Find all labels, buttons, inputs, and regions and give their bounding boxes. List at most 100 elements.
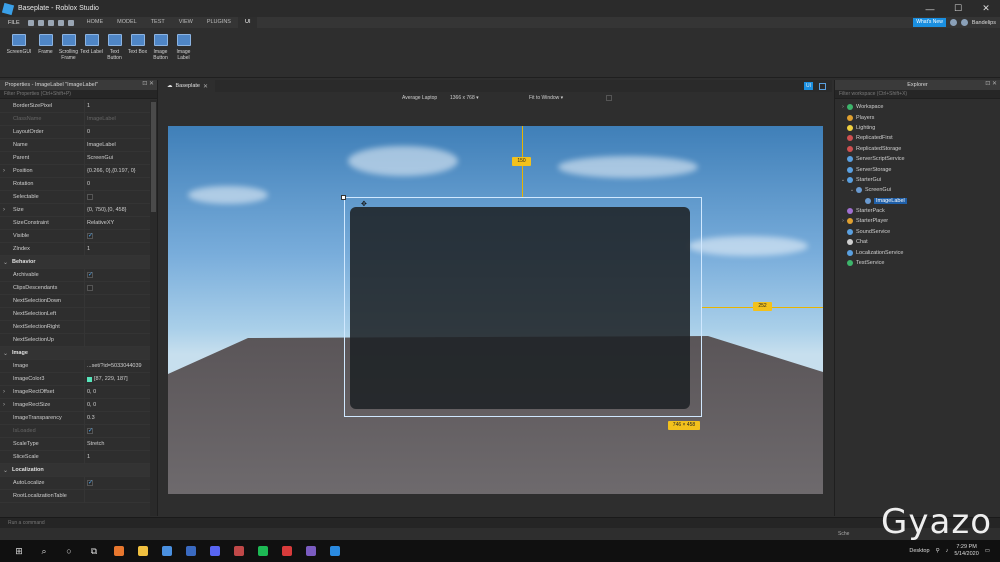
property-row[interactable]: SizeConstraint RelativeXY	[0, 216, 150, 230]
selection-box[interactable]	[344, 197, 702, 417]
expand-arrow-icon[interactable]: ›	[3, 168, 5, 174]
file-explorer-icon[interactable]	[138, 546, 148, 556]
explorer-item[interactable]: › StarterPlayer	[835, 216, 1000, 226]
tab-ui[interactable]: UI	[237, 17, 258, 28]
property-value[interactable]: 0	[85, 129, 90, 135]
resolution-select[interactable]: 1366 x 768 ▾	[450, 95, 479, 101]
scrolling-frame-button[interactable]: Scrolling Frame	[57, 28, 80, 77]
explorer-item[interactable]: ⌄ StarterGui	[835, 175, 1000, 185]
screengui-button[interactable]: ScreenGUI	[4, 28, 34, 77]
property-section-header[interactable]: ⌄ Localization	[0, 464, 150, 477]
save-icon[interactable]	[67, 19, 74, 26]
explorer-item[interactable]: ServerStorage	[835, 164, 1000, 174]
cortana-icon[interactable]: ○	[63, 545, 75, 557]
property-row[interactable]: Visible ✓	[0, 229, 150, 243]
tab-plugins[interactable]: PLUGINS	[200, 17, 238, 28]
property-row[interactable]: SliceScale 1	[0, 450, 150, 464]
property-row[interactable]: Rotation 0	[0, 177, 150, 191]
explorer-item[interactable]: StarterPack	[835, 206, 1000, 216]
property-value[interactable]: RelativeXY	[85, 220, 114, 226]
property-value[interactable]: 0.3	[85, 415, 95, 421]
property-value[interactable]	[85, 194, 95, 200]
image-button-button[interactable]: Image Button	[149, 28, 172, 77]
property-row[interactable]: ClassName ImageLabel	[0, 112, 150, 126]
chrome-icon[interactable]	[162, 546, 172, 556]
search-icon[interactable]: ⌕	[38, 545, 50, 557]
text-label-button[interactable]: Text Label	[80, 28, 103, 77]
property-value[interactable]: 0, 0	[85, 402, 96, 408]
scrollbar-thumb[interactable]	[151, 102, 156, 212]
volume-icon[interactable]: ♪	[946, 548, 949, 554]
notifications-icon[interactable]: ▭	[985, 548, 990, 554]
property-row[interactable]: › Position {0.266, 0},{0.197, 0}	[0, 164, 150, 178]
explorer-item[interactable]: ServerScriptService	[835, 154, 1000, 164]
property-value[interactable]: ScreenGui	[85, 155, 113, 161]
tab-home[interactable]: HOME	[80, 17, 111, 28]
collapse-arrow-icon[interactable]: ⌄	[3, 467, 8, 474]
property-value[interactable]: 1	[85, 103, 90, 109]
panel-close-icon[interactable]: ⊡ ✕	[985, 80, 997, 87]
undo-icon[interactable]	[37, 19, 44, 26]
username[interactable]: Bandelips	[972, 20, 996, 26]
explorer-item[interactable]: Chat	[835, 237, 1000, 247]
maximize-button[interactable]: ☐	[944, 0, 972, 17]
explorer-item[interactable]: ReplicatedFirst	[835, 133, 1000, 143]
explorer-filter-input[interactable]: Filter workspace (Ctrl+Shift+X)	[835, 90, 1000, 99]
property-value[interactable]: ✓	[85, 480, 95, 486]
panel-close-icon[interactable]: ⊡ ✕	[142, 80, 154, 87]
tree-arrow-icon[interactable]: ›	[839, 104, 847, 110]
property-value[interactable]: 1	[85, 246, 90, 252]
anchor-handle[interactable]	[341, 195, 346, 200]
property-row[interactable]: › ImageRectSize 0, 0	[0, 398, 150, 412]
ui-toggle-button[interactable]: UI	[804, 82, 813, 90]
minimize-button[interactable]: —	[916, 0, 944, 17]
property-value[interactable]: ImageLabel	[85, 142, 116, 148]
checkbox-checked[interactable]: ✓	[87, 480, 93, 486]
file-menu[interactable]: FILE	[8, 20, 20, 26]
explorer-item[interactable]: LocalizationService	[835, 247, 1000, 257]
property-row[interactable]: NextSelectionLeft	[0, 307, 150, 321]
property-value[interactable]	[85, 285, 95, 291]
checkbox-unchecked[interactable]	[87, 285, 93, 291]
property-row[interactable]: ImageTransparency 0.3	[0, 411, 150, 425]
tab-model[interactable]: MODEL	[110, 17, 144, 28]
property-value[interactable]: ✓	[85, 272, 95, 278]
properties-scrollbar[interactable]	[150, 100, 157, 516]
property-row[interactable]: AutoLocalize ✓	[0, 476, 150, 490]
tree-arrow-icon[interactable]: ›	[839, 218, 847, 224]
property-row[interactable]: Parent ScreenGui	[0, 151, 150, 165]
publish-icon[interactable]	[57, 19, 64, 26]
command-bar-input[interactable]: Run a command	[0, 517, 1000, 528]
property-value[interactable]: {0, 750},{0, 458}	[85, 207, 126, 213]
people-icon[interactable]: ⚲	[936, 548, 940, 554]
task-view-icon[interactable]: ⧉	[88, 545, 100, 557]
checkbox-checked[interactable]: ✓	[87, 272, 93, 278]
desktop-toolbar-label[interactable]: Desktop	[909, 548, 929, 554]
tab-view[interactable]: VIEW	[172, 17, 200, 28]
share-icon[interactable]	[960, 19, 968, 26]
property-row[interactable]: RootLocalizationTable	[0, 489, 150, 503]
explorer-item[interactable]: ⌄ ScreenGui	[835, 185, 1000, 195]
explorer-item[interactable]: SoundService	[835, 227, 1000, 237]
team-create-icon[interactable]	[949, 19, 957, 26]
firefox-icon[interactable]	[114, 546, 124, 556]
color-swatch[interactable]	[87, 376, 92, 382]
property-section-header[interactable]: ⌄ Image	[0, 347, 150, 360]
steam-icon[interactable]	[186, 546, 196, 556]
property-row[interactable]: ZIndex 1	[0, 242, 150, 256]
tree-arrow-icon[interactable]: ⌄	[839, 177, 847, 183]
expand-arrow-icon[interactable]: ›	[3, 207, 5, 213]
explorer-item[interactable]: TestService	[835, 258, 1000, 268]
property-row[interactable]: ClipsDescendants	[0, 281, 150, 295]
tab-test[interactable]: TEST	[144, 17, 172, 28]
redo-icon[interactable]	[47, 19, 54, 26]
property-row[interactable]: Archivable ✓	[0, 268, 150, 282]
property-value[interactable]: Stretch	[85, 441, 104, 447]
recorder-icon[interactable]	[282, 546, 292, 556]
property-value[interactable]: ✓	[85, 428, 95, 434]
collapse-arrow-icon[interactable]: ⌄	[3, 350, 8, 357]
image-label-button[interactable]: Image Label	[172, 28, 195, 77]
property-row[interactable]: NextSelectionUp	[0, 333, 150, 347]
orientation-icon[interactable]	[606, 95, 612, 101]
explorer-item[interactable]: ImageLabel	[835, 196, 1000, 206]
